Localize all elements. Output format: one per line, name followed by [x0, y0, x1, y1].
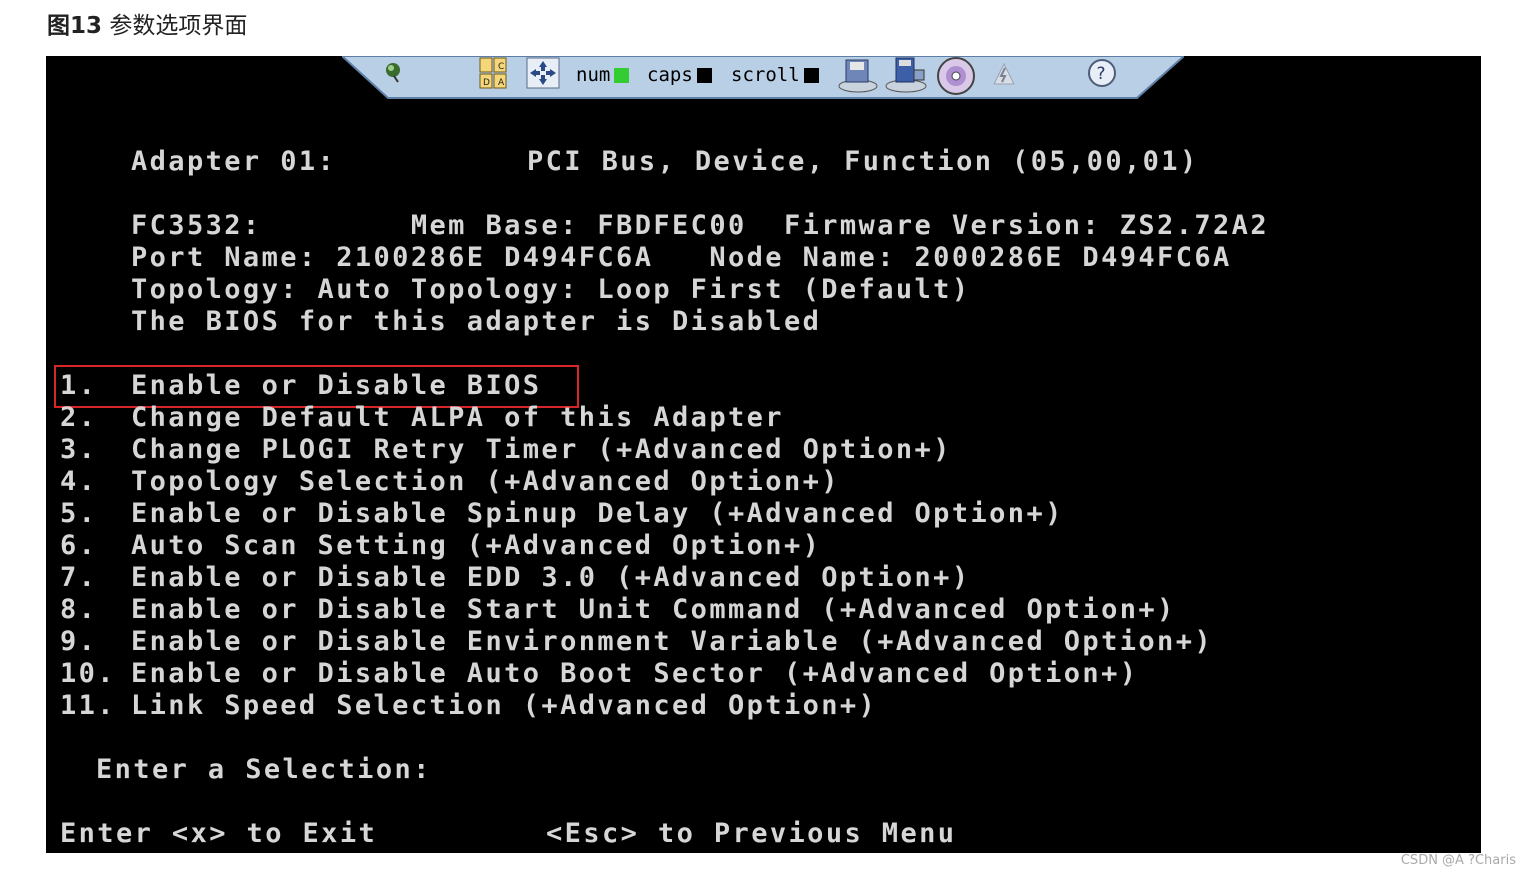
figure-number: 图13 — [47, 13, 103, 39]
menu-item-label: Enable or Disable Environment Variable (… — [131, 626, 1214, 657]
adapter-info-line: FC3532: Mem Base: FBDFEC00 Firmware Vers… — [131, 210, 1269, 241]
figure-title: 参数选项界面 — [109, 13, 248, 39]
previous-menu-hint: <Esc> to Previous Menu — [546, 818, 957, 849]
figure-caption: 图13 参数选项界面 — [47, 6, 247, 40]
menu-item-number: 10. — [60, 658, 116, 689]
menu-item-number: 7. — [60, 562, 98, 593]
menu-item-label: Enable or Disable Auto Boot Sector (+Adv… — [131, 658, 1139, 689]
scroll-lock-label: scroll — [731, 64, 800, 86]
menu-item-number: 6. — [60, 530, 98, 561]
keyboard-keys-icon[interactable]: C D A — [478, 56, 518, 94]
menu-item-label: Enable or Disable Spinup Delay (+Advance… — [131, 498, 1064, 529]
menu-item-number: 5. — [60, 498, 98, 529]
move-arrows-icon[interactable] — [526, 57, 560, 93]
menu-item-label: Change Default ALPA of this Adapter — [131, 402, 784, 433]
menu-item-label: Enable or Disable Start Unit Command (+A… — [131, 594, 1176, 625]
cd-rom-icon[interactable] — [934, 56, 978, 100]
num-lock-label: num — [576, 64, 611, 86]
hard-disk-icon[interactable] — [884, 56, 930, 98]
pin-icon[interactable] — [380, 58, 406, 88]
menu-item-number: 2. — [60, 402, 98, 433]
caps-lock-indicator: caps — [647, 60, 712, 90]
svg-text:D: D — [483, 78, 490, 88]
menu-item-label: Enable or Disable EDD 3.0 (+Advanced Opt… — [131, 562, 971, 593]
exit-hint: Enter <x> to Exit — [60, 818, 378, 849]
num-lock-led — [614, 67, 630, 83]
caps-lock-led — [696, 67, 712, 83]
bios-terminal-screen[interactable]: C D A num caps scroll ? Adapter 01: PCI … — [46, 56, 1481, 853]
menu-item-label: Enable or Disable BIOS — [131, 370, 542, 401]
menu-item-label: Link Speed Selection (+Advanced Option+) — [131, 690, 878, 721]
scroll-lock-led — [803, 67, 819, 83]
menu-item-number: 4. — [60, 466, 98, 497]
caps-lock-label: caps — [647, 64, 693, 86]
menu-item-number: 11. — [60, 690, 116, 721]
watermark: CSDN @A ?Charis — [1400, 853, 1516, 868]
adapter-label: Adapter 01: — [131, 146, 337, 177]
help-icon[interactable]: ? — [1087, 58, 1117, 92]
num-lock-indicator: num — [576, 60, 630, 90]
power-icon[interactable] — [990, 60, 1018, 92]
kvm-toolbar: C D A num caps scroll ? — [342, 56, 1184, 100]
menu-item-number: 3. — [60, 434, 98, 465]
menu-item-number: 8. — [60, 594, 98, 625]
svg-text:?: ? — [1097, 64, 1106, 84]
scroll-lock-indicator: scroll — [731, 60, 819, 90]
adapter-info-line: Topology: Auto Topology: Loop First (Def… — [131, 274, 971, 305]
svg-text:C: C — [498, 62, 504, 72]
menu-item-number: 9. — [60, 626, 98, 657]
adapter-info-line: Port Name: 2100286E D494FC6A Node Name: … — [131, 242, 1232, 273]
svg-text:A: A — [498, 78, 505, 88]
menu-item-label: Change PLOGI Retry Timer (+Advanced Opti… — [131, 434, 952, 465]
menu-item-label: Auto Scan Setting (+Advanced Option+) — [131, 530, 822, 561]
adapter-info-line: The BIOS for this adapter is Disabled — [131, 306, 822, 337]
menu-item-number: 1. — [60, 370, 98, 401]
selection-prompt[interactable]: Enter a Selection: — [96, 754, 432, 786]
floppy-drive-icon[interactable] — [836, 56, 880, 98]
menu-item-label: Topology Selection (+Advanced Option+) — [131, 466, 840, 497]
pci-info: PCI Bus, Device, Function (05,00,01) — [527, 146, 1199, 177]
